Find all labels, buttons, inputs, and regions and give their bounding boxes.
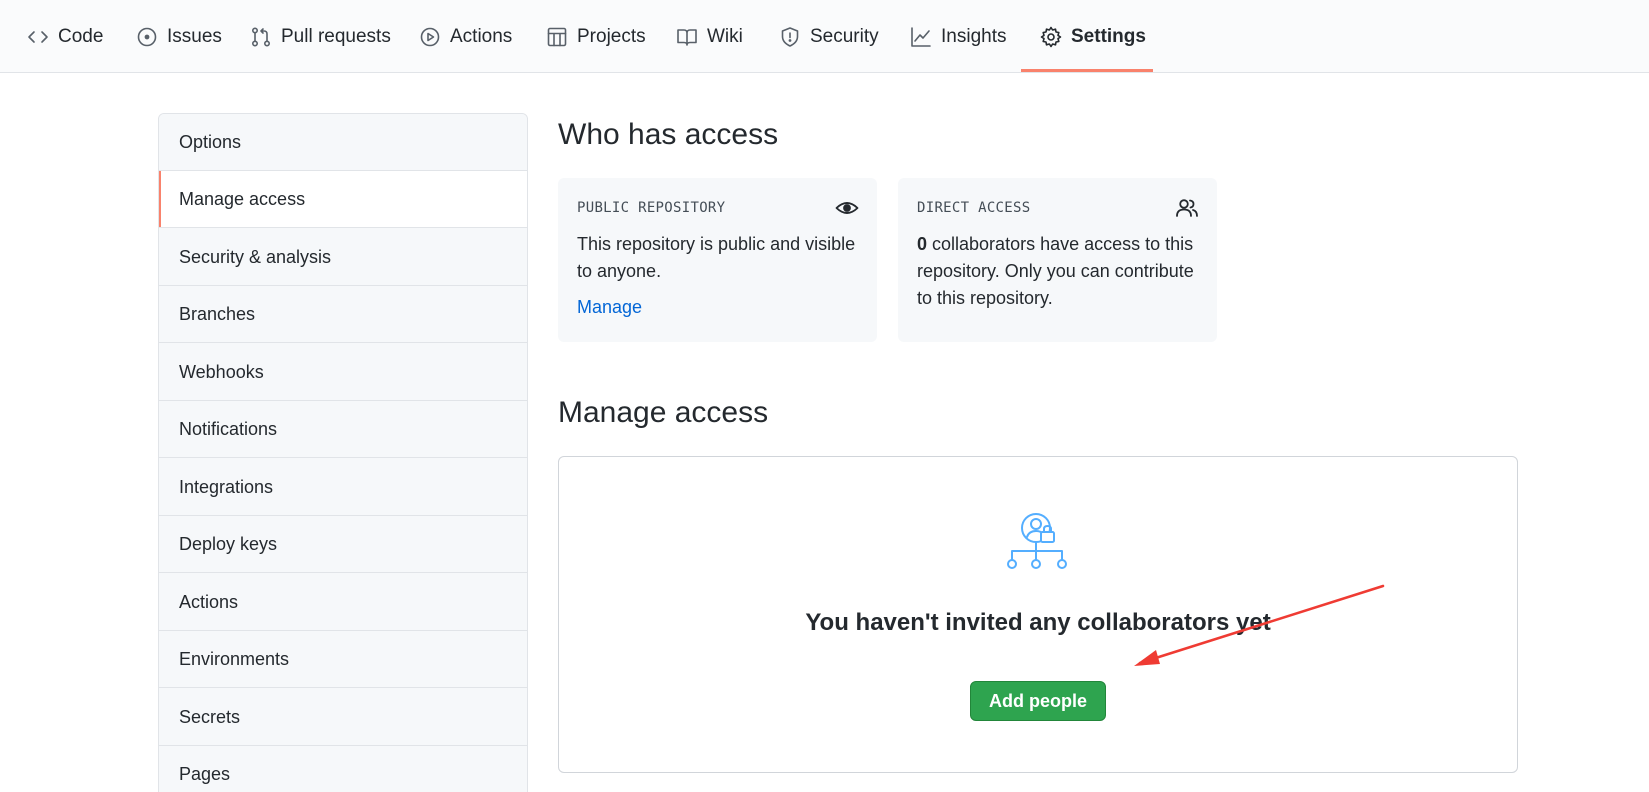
sidebar-item-webhooks[interactable]: Webhooks bbox=[159, 344, 527, 401]
tab-insights[interactable]: Insights bbox=[910, 0, 1006, 73]
sidebar-item-secrets[interactable]: Secrets bbox=[159, 689, 527, 746]
person-lock-network-icon bbox=[1005, 511, 1073, 575]
empty-state-title: You haven't invited any collaborators ye… bbox=[805, 609, 1271, 636]
direct-access-description: collaborators have access to this reposi… bbox=[917, 234, 1194, 308]
tab-label: Insights bbox=[941, 25, 1007, 47]
tab-label: Settings bbox=[1071, 25, 1146, 47]
sidebar-item-label: Manage access bbox=[179, 188, 306, 209]
pull-request-icon bbox=[250, 26, 272, 48]
sidebar-item-security-analysis[interactable]: Security & analysis bbox=[159, 229, 527, 286]
tab-label: Issues bbox=[167, 25, 222, 47]
sidebar-item-pages[interactable]: Pages bbox=[159, 746, 527, 792]
tab-code[interactable]: Code bbox=[27, 0, 103, 73]
tab-label: Code bbox=[58, 25, 104, 47]
tab-projects[interactable]: Projects bbox=[546, 0, 646, 73]
sidebar-item-label: Security & analysis bbox=[179, 246, 332, 267]
tab-actions[interactable]: Actions bbox=[419, 0, 512, 73]
tab-wiki[interactable]: Wiki bbox=[676, 0, 743, 73]
sidebar-item-label: Notifications bbox=[179, 418, 278, 439]
tab-pull-requests[interactable]: Pull requests bbox=[250, 0, 391, 73]
card-label: PUBLIC REPOSITORY bbox=[577, 200, 726, 216]
sidebar-item-deploy-keys[interactable]: Deploy keys bbox=[159, 516, 527, 573]
direct-access-card: DIRECT ACCESS 0 collaborators have acces… bbox=[898, 178, 1217, 342]
tab-security[interactable]: Security bbox=[779, 0, 879, 73]
public-repository-card: PUBLIC REPOSITORY This repository is pub… bbox=[558, 178, 877, 342]
tab-issues[interactable]: Issues bbox=[136, 0, 222, 73]
sidebar-item-manage-access[interactable]: Manage access bbox=[159, 171, 527, 228]
sidebar-item-label: Environments bbox=[179, 648, 290, 669]
selected-tab-underline bbox=[1021, 69, 1153, 72]
play-icon bbox=[419, 26, 441, 48]
book-icon bbox=[676, 26, 698, 48]
manage-access-panel: You haven't invited any collaborators ye… bbox=[558, 456, 1518, 773]
sidebar-item-environments[interactable]: Environments bbox=[159, 631, 527, 688]
tab-label: Projects bbox=[577, 25, 646, 47]
sidebar-item-label: Webhooks bbox=[179, 361, 264, 382]
who-has-access-heading: Who has access bbox=[558, 118, 779, 151]
sidebar-item-label: Integrations bbox=[179, 476, 274, 497]
sidebar-item-label: Branches bbox=[179, 303, 256, 324]
add-people-button[interactable]: Add people bbox=[970, 681, 1106, 721]
manage-access-heading: Manage access bbox=[558, 396, 769, 429]
sidebar-item-label: Deploy keys bbox=[179, 533, 278, 554]
shield-icon bbox=[779, 26, 801, 48]
sidebar-item-options[interactable]: Options bbox=[159, 114, 527, 171]
sidebar-item-label: Pages bbox=[179, 763, 231, 784]
sidebar-item-label: Secrets bbox=[179, 706, 241, 727]
issue-icon bbox=[136, 26, 158, 48]
card-text: 0 collaborators have access to this repo… bbox=[917, 231, 1207, 312]
tab-label: Wiki bbox=[707, 25, 743, 47]
graph-icon bbox=[910, 26, 932, 48]
gear-icon bbox=[1040, 26, 1062, 48]
sidebar-item-notifications[interactable]: Notifications bbox=[159, 401, 527, 458]
project-icon bbox=[546, 26, 568, 48]
eye-icon bbox=[835, 196, 859, 220]
collaborator-count: 0 bbox=[917, 234, 928, 254]
sidebar-item-actions[interactable]: Actions bbox=[159, 574, 527, 631]
manage-link[interactable]: Manage bbox=[577, 297, 642, 318]
repo-tab-nav: Code Issues Pull requests Actions Projec… bbox=[0, 0, 1649, 73]
tab-settings[interactable]: Settings bbox=[1040, 0, 1146, 73]
tab-label: Security bbox=[810, 25, 879, 47]
tab-label: Actions bbox=[450, 25, 513, 47]
code-icon bbox=[27, 26, 49, 48]
tab-label: Pull requests bbox=[281, 25, 391, 47]
sidebar-item-integrations[interactable]: Integrations bbox=[159, 459, 527, 516]
settings-sidebar: Options Manage access Security & analysi… bbox=[158, 113, 528, 792]
sidebar-item-label: Actions bbox=[179, 591, 239, 612]
card-label: DIRECT ACCESS bbox=[917, 200, 1031, 216]
card-text: This repository is public and visible to… bbox=[577, 234, 856, 281]
sidebar-item-label: Options bbox=[179, 131, 242, 152]
people-icon bbox=[1175, 196, 1199, 220]
sidebar-item-branches[interactable]: Branches bbox=[159, 286, 527, 343]
